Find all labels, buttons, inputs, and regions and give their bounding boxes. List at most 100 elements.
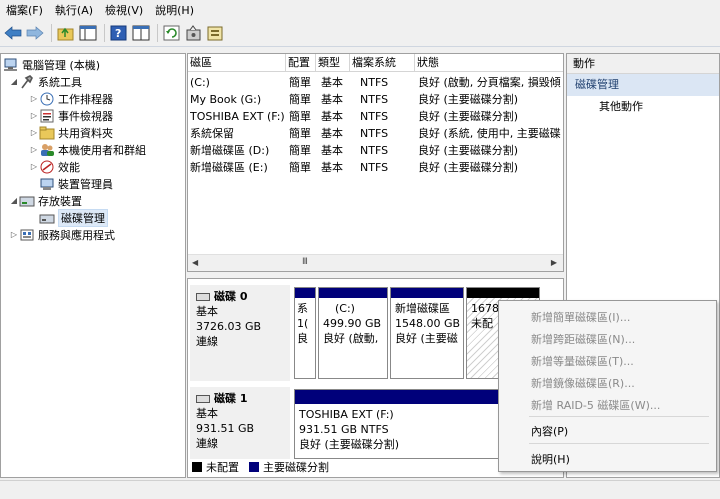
table-row[interactable]: (C:) 簡單 基本 NTFS 良好 (啟動, 分頁檔案, 損毀傾 [188,74,563,91]
column-header-filesystem[interactable]: 檔案系統 [350,54,415,72]
collapse-arrow-icon[interactable]: ◢ [9,196,19,205]
settings-icon[interactable] [184,23,204,43]
disk-size: 3726.03 GB [196,320,262,333]
cell-filesystem: NTFS [360,161,389,174]
column-header-status[interactable]: 狀態 [415,54,563,72]
export-icon[interactable] [206,23,226,43]
computer-management-icon [3,58,19,72]
scroll-left-arrow-icon[interactable]: ◀ [192,258,198,267]
properties-icon[interactable] [131,23,151,43]
table-row[interactable]: My Book (G:) 簡單 基本 NTFS 良好 (主要磁碟分割) [188,91,563,108]
menu-item-new-spanned-volume[interactable]: 新增跨距磁碟區(N)... [531,331,635,347]
expand-arrow-icon[interactable]: ▷ [9,230,19,239]
expand-arrow-icon[interactable]: ▷ [29,128,39,137]
horizontal-scrollbar[interactable]: ◀ III ▶ [188,254,563,271]
disk-state: 連線 [196,437,218,450]
menu-bar: 檔案(F) 執行(A) 檢視(V) 說明(H) [0,0,720,20]
expand-arrow-icon[interactable]: ▷ [29,145,39,154]
collapse-arrow-icon[interactable]: ◢ [9,77,19,86]
expand-arrow-icon[interactable]: ▷ [29,162,39,171]
more-actions-item[interactable]: 其他動作 [567,96,719,118]
event-viewer-icon [39,109,55,123]
help-icon[interactable]: ? [109,23,129,43]
cell-volume: 新增磁碟區 (D:) [190,144,270,157]
partition-line: 良好 (主要磁 [395,332,458,345]
tree-item-performance[interactable]: ▷ 效能 [29,158,80,175]
table-row[interactable]: 新增磁碟區 (D:) 簡單 基本 NTFS 良好 (主要磁碟分割) [188,142,563,159]
tree-item-system-tools[interactable]: ◢ 系統工具 [9,73,82,90]
column-header-volume[interactable]: 磁區 [188,54,286,72]
cell-layout: 簡單 [289,110,311,123]
services-icon [19,228,35,242]
disk-0-info[interactable]: 磁碟 0 基本 3726.03 GB 連線 [190,285,290,381]
tree-item-computer-management[interactable]: 電腦管理 (本機) [3,56,100,73]
table-row[interactable]: TOSHIBA EXT (F:) 簡單 基本 NTFS 良好 (主要磁碟分割) [188,108,563,125]
column-header-type[interactable]: 類型 [316,54,350,72]
partition-c[interactable]: (C:) 499.90 GB 良好 (啟動, [318,287,388,379]
menu-action[interactable]: 執行(A) [49,2,99,18]
tree-item-storage[interactable]: ◢ 存放裝置 [9,192,82,209]
cell-type: 基本 [321,127,343,140]
show-tree-icon[interactable] [78,23,98,43]
expand-arrow-icon[interactable]: ▷ [29,111,39,120]
forward-arrow-icon[interactable] [25,23,45,43]
tree-item-task-scheduler[interactable]: ▷ 工作排程器 [29,90,113,107]
cell-volume: (C:) [190,76,210,89]
table-row[interactable]: 新增磁碟區 (E:) 簡單 基本 NTFS 良好 (主要磁碟分割) [188,159,563,176]
cell-volume: My Book (G:) [190,93,262,106]
back-arrow-icon[interactable] [3,23,23,43]
users-icon [39,143,55,157]
device-manager-icon [39,177,55,191]
menu-view[interactable]: 檢視(V) [99,2,149,18]
tree-item-label: 磁碟管理 [58,208,108,227]
tree-item-label: 效能 [58,160,80,174]
partition-system-reserved[interactable]: 系 1( 良 [294,287,316,379]
svg-text:?: ? [115,27,121,40]
disk-management-icon [39,211,55,225]
tree-item-services-applications[interactable]: ▷ 服務與應用程式 [9,226,115,243]
partition-line: 499.90 GB [323,317,382,330]
tree-item-label: 本機使用者和群組 [58,143,146,157]
disk-type: 基本 [196,407,218,420]
cell-status: 良好 (主要磁碟分割) [418,161,519,174]
menu-file[interactable]: 檔案(F) [0,2,49,18]
cell-volume: 系統保留 [190,127,234,140]
actions-header: 動作 [567,54,719,74]
table-row[interactable]: 系統保留 簡單 基本 NTFS 良好 (系統, 使用中, 主要磁碟 [188,125,563,142]
cell-filesystem: NTFS [360,93,389,106]
disk-1-info[interactable]: 磁碟 1 基本 931.51 GB 連線 [190,387,290,459]
cell-layout: 簡單 [289,76,311,89]
tree-item-shared-folders[interactable]: ▷ 共用資料夾 [29,124,113,141]
menu-item-new-simple-volume[interactable]: 新增簡單磁碟區(I)... [531,309,630,325]
menu-separator [529,416,709,417]
menu-item-properties[interactable]: 內容(P) [531,423,568,439]
expand-arrow-icon[interactable]: ▷ [29,94,39,103]
actions-section-disk-management[interactable]: 磁碟管理 [567,74,719,96]
disk-size: 931.51 GB [196,422,255,435]
tree-item-event-viewer[interactable]: ▷ 事件檢視器 [29,107,113,124]
disk-title: 磁碟 1 [214,392,248,405]
refresh-icon[interactable] [162,23,182,43]
cell-type: 基本 [321,93,343,106]
cell-status: 良好 (主要磁碟分割) [418,93,519,106]
menu-item-new-raid5-volume[interactable]: 新增 RAID-5 磁碟區(W)... [531,397,660,413]
cell-filesystem: NTFS [360,144,389,157]
cell-filesystem: NTFS [360,110,389,123]
disk-state: 連線 [196,335,218,348]
cell-filesystem: NTFS [360,127,389,140]
tree-item-local-users-groups[interactable]: ▷ 本機使用者和群組 [29,141,146,158]
folder-up-icon[interactable] [56,23,76,43]
menu-item-new-striped-volume[interactable]: 新增等量磁碟區(T)... [531,353,634,369]
column-header-layout[interactable]: 配置 [286,54,316,72]
scroll-thumb-grip[interactable]: III [302,257,308,267]
tree-item-disk-management[interactable]: 磁碟管理 [39,208,108,227]
menu-help[interactable]: 說明(H) [149,2,200,18]
partition-new-volume[interactable]: 新增磁碟區 1548.00 GB 良好 (主要磁 [390,287,464,379]
scroll-right-arrow-icon[interactable]: ▶ [551,258,557,267]
menu-item-help[interactable]: 說明(H) [531,451,570,467]
menu-item-new-mirrored-volume[interactable]: 新增鏡像磁碟區(R)... [531,375,635,391]
tree-item-device-manager[interactable]: 裝置管理員 [39,175,113,192]
system-tools-icon [19,74,35,89]
tree-item-label: 電腦管理 (本機) [22,58,101,72]
cell-type: 基本 [321,161,343,174]
